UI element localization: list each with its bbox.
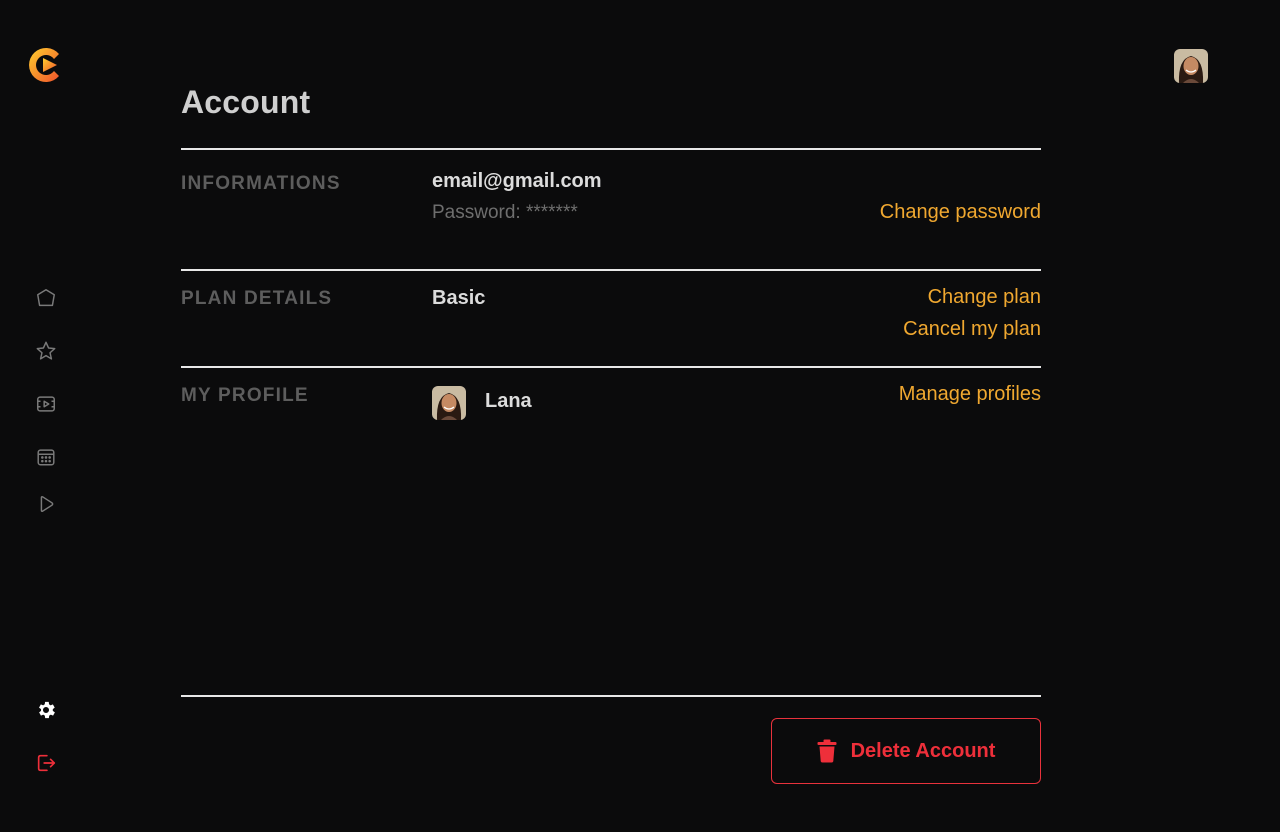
gear-icon[interactable] xyxy=(34,698,58,722)
play-icon[interactable] xyxy=(34,492,58,516)
divider xyxy=(181,695,1041,697)
divider xyxy=(181,366,1041,368)
password-value: Password: ******* xyxy=(432,202,578,223)
delete-account-label: Delete Account xyxy=(850,739,996,762)
change-plan-link[interactable]: Change plan xyxy=(928,286,1041,309)
divider xyxy=(181,269,1041,271)
app-logo[interactable] xyxy=(28,44,66,86)
plan-value: Basic xyxy=(432,287,486,309)
logout-icon[interactable] xyxy=(34,751,58,775)
profile-avatar xyxy=(432,386,466,420)
calendar-icon[interactable] xyxy=(34,445,58,469)
home-icon[interactable] xyxy=(34,286,58,310)
delete-account-button[interactable]: Delete Account xyxy=(771,718,1041,784)
star-icon[interactable] xyxy=(34,339,58,363)
section-label-informations: INFORMATIONS xyxy=(181,173,341,194)
video-icon[interactable] xyxy=(34,392,58,416)
profile-name: Lana xyxy=(485,390,532,412)
manage-profiles-link[interactable]: Manage profiles xyxy=(899,383,1041,406)
divider xyxy=(181,148,1041,150)
page-title: Account xyxy=(181,84,311,120)
trash-icon xyxy=(817,739,837,763)
section-label-profile: MY PROFILE xyxy=(181,385,309,406)
change-password-link[interactable]: Change password xyxy=(880,201,1041,224)
email-value: email@gmail.com xyxy=(432,170,602,192)
user-avatar[interactable] xyxy=(1174,49,1208,83)
cancel-plan-link[interactable]: Cancel my plan xyxy=(903,318,1041,341)
app-root: Account INFORMATIONS email@gmail.com Pas… xyxy=(0,0,1280,832)
section-label-plan: PLAN DETAILS xyxy=(181,288,333,309)
